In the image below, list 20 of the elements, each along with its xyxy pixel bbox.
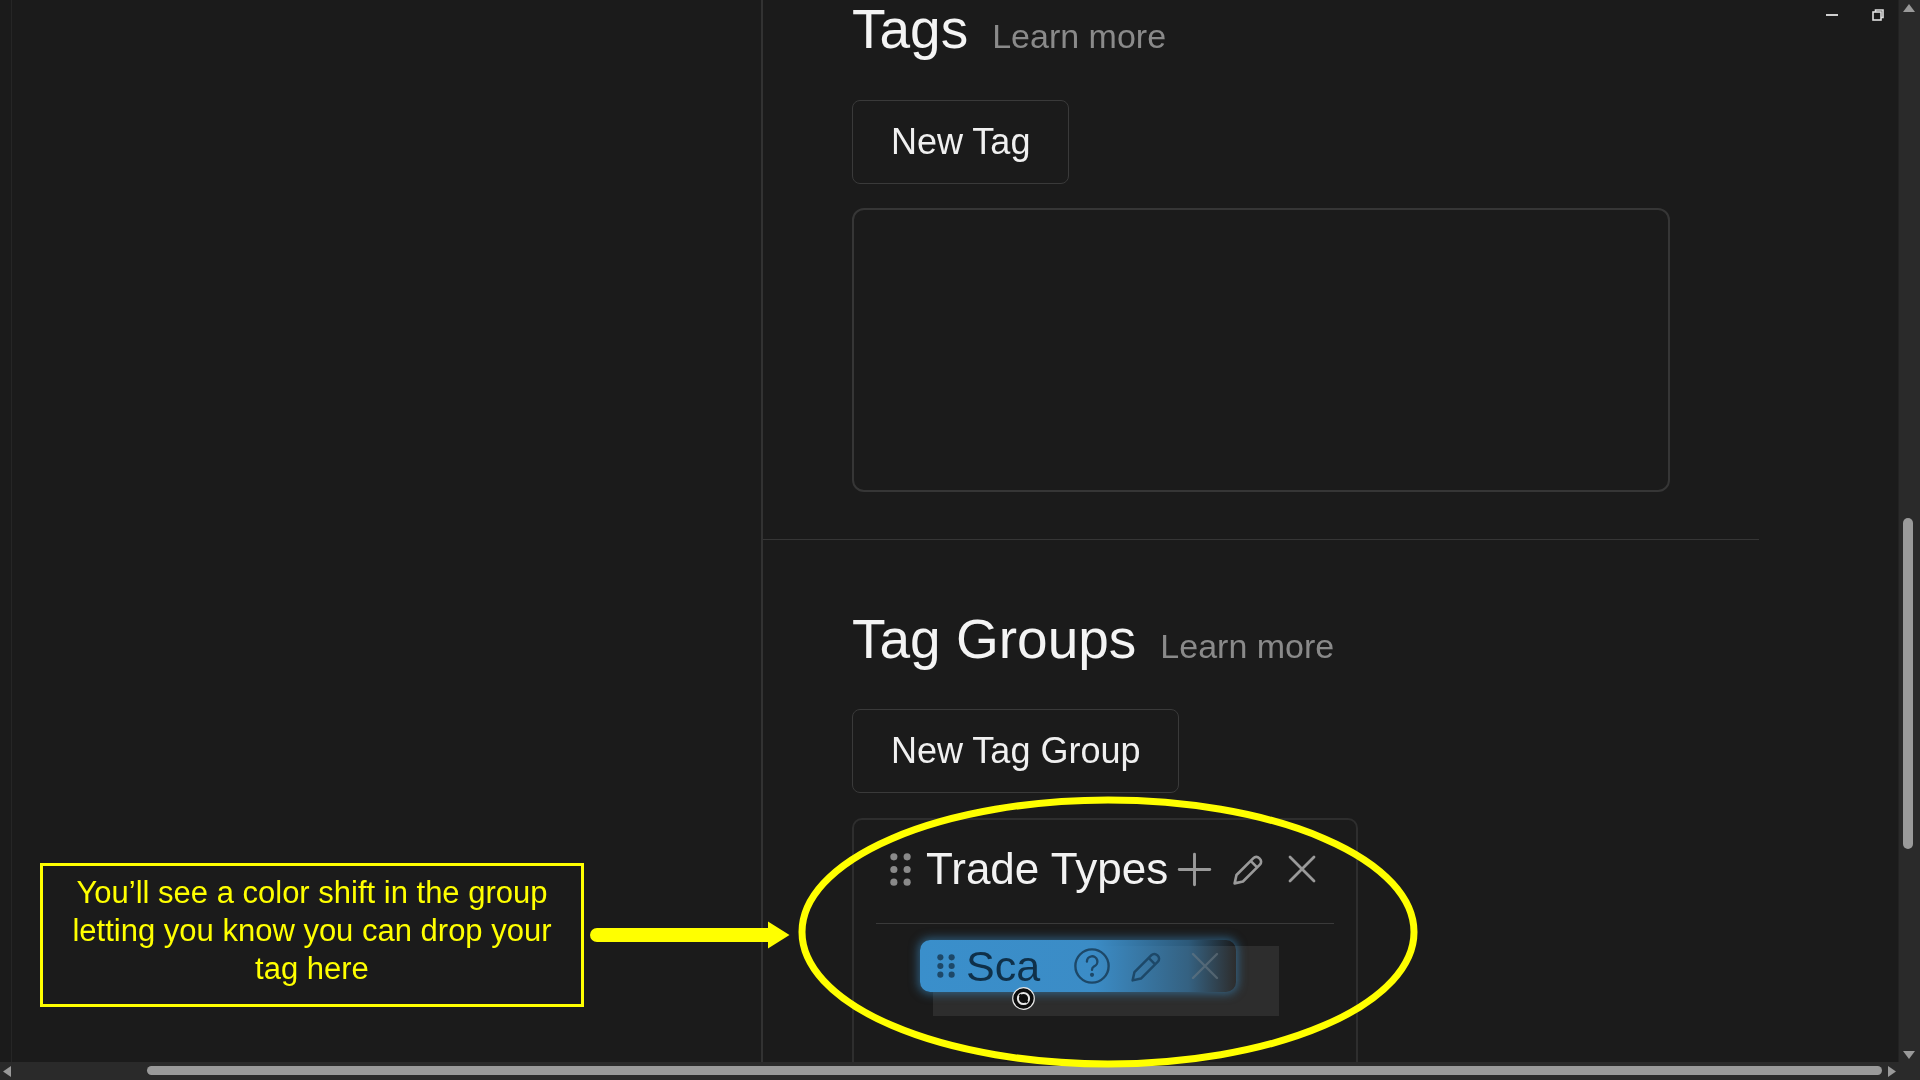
new-tag-button[interactable]: New Tag [852, 100, 1070, 184]
scroll-down-icon[interactable] [1903, 1051, 1915, 1059]
horizontal-scrollbar[interactable] [0, 1062, 1920, 1080]
learn-more-link[interactable]: Learn more [1160, 626, 1335, 666]
group-title: Trade Types [926, 843, 1169, 895]
learn-more-link[interactable]: Learn more [992, 16, 1167, 56]
scrollbar-thumb[interactable] [1903, 518, 1913, 849]
question-circle-icon[interactable] [1073, 947, 1112, 985]
no-drop-cursor-icon [1012, 987, 1035, 1010]
annotation-callout: You’ll see a color shift in the group letting you know you can drop your tag here [40, 863, 584, 1007]
vertical-scrollbar[interactable] [1898, 0, 1920, 1062]
plus-icon[interactable] [1177, 851, 1213, 887]
scroll-right-icon[interactable] [1888, 1066, 1896, 1077]
scroll-up-icon[interactable] [1903, 4, 1915, 12]
scroll-left-icon[interactable] [3, 1066, 11, 1077]
scrollbar-thumb[interactable] [147, 1066, 1882, 1075]
grip-dots-icon[interactable] [890, 852, 911, 886]
restore-icon[interactable] [1872, 9, 1884, 21]
grip-dots-icon[interactable] [937, 954, 955, 978]
new-tag-group-button[interactable]: New Tag Group [852, 709, 1180, 793]
